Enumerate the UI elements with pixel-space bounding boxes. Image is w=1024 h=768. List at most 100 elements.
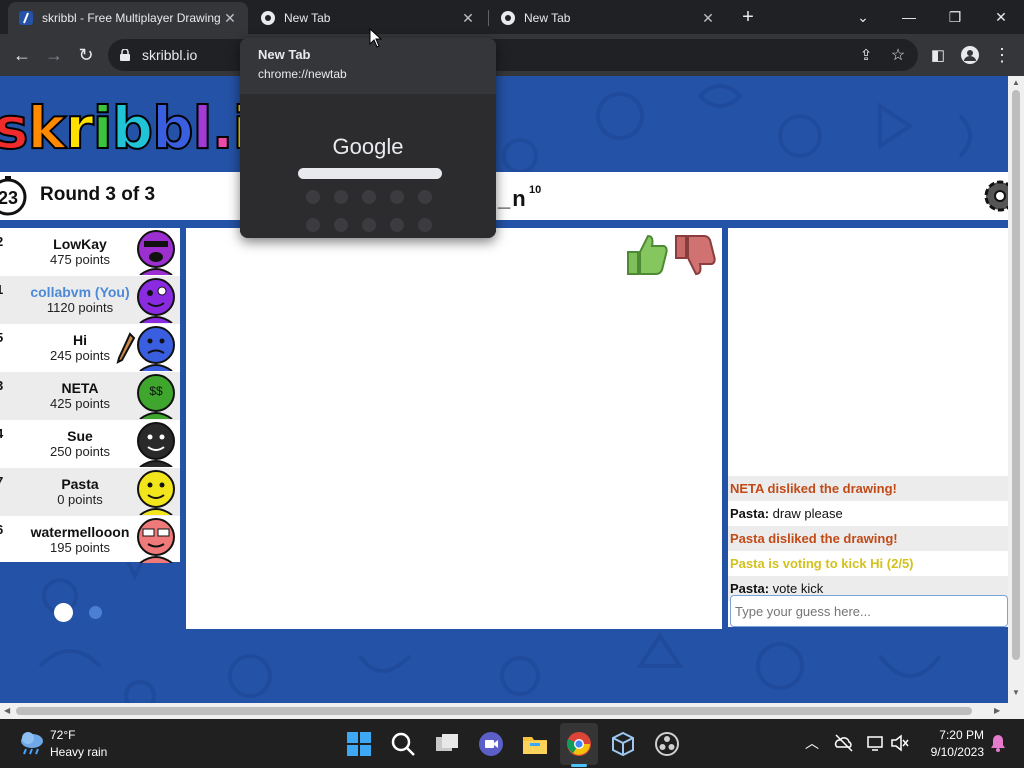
scroll-thumb[interactable]	[1012, 90, 1020, 660]
player-rank: 6	[0, 522, 3, 537]
player-row[interactable]: 2 LowKay 475 points	[0, 228, 180, 276]
tab-new-tab-1[interactable]: New Tab ✕	[250, 2, 486, 34]
close-window-icon[interactable]: ✕	[978, 0, 1024, 34]
hover-card-title: New Tab	[258, 47, 311, 62]
chrome-icon[interactable]	[566, 731, 592, 757]
preview-shortcut-tile	[306, 218, 320, 232]
browser-toolbar: ← → ↻ skribbl.io ⇪ ☆ ◧ ⋮	[0, 34, 1024, 76]
scroll-left-icon[interactable]: ◀	[4, 706, 10, 715]
player-name: Pasta	[61, 476, 99, 492]
minimize-icon[interactable]: —	[886, 0, 932, 34]
obs-icon[interactable]	[654, 731, 680, 757]
preview-shortcut-tile	[334, 190, 348, 204]
preview-google-logo: Google	[332, 134, 404, 159]
file-explorer-icon[interactable]	[522, 731, 548, 757]
player-avatar	[137, 422, 175, 467]
scroll-right-icon[interactable]: ▶	[994, 706, 1000, 715]
drawing-canvas[interactable]	[186, 228, 722, 629]
player-row[interactable]: 7 Pasta 0 points	[0, 468, 180, 516]
weather-description: Heavy rain	[50, 745, 108, 759]
new-tab-button[interactable]: +	[734, 6, 762, 30]
close-tab-icon[interactable]: ✕	[222, 10, 238, 27]
player-points: 1120 points	[46, 300, 114, 315]
chat-text: vote kick	[769, 581, 824, 596]
share-icon[interactable]: ⇪	[852, 41, 880, 69]
player-points: 425 points	[50, 396, 110, 411]
chat-panel: NETA disliked the drawing! Pasta: draw p…	[728, 228, 1008, 627]
thumbs-down-icon[interactable]	[672, 232, 716, 278]
windows-taskbar: 72°F Heavy rain ︿ 7:20 PM 9/10/2023	[0, 719, 1024, 768]
side-panel-icon[interactable]: ◧	[924, 41, 952, 69]
player-list: 2 LowKay 475 points 1 collabvm (You) 112…	[0, 228, 180, 564]
back-icon[interactable]: ←	[8, 41, 36, 69]
network-icon[interactable]	[866, 733, 886, 753]
address-bar[interactable]: skribbl.io	[108, 39, 918, 71]
player-name: watermellooon	[30, 524, 130, 540]
virtualbox-icon[interactable]	[610, 731, 636, 757]
tab-separator	[488, 10, 489, 26]
clock-date[interactable]: 9/10/2023	[914, 745, 984, 759]
rain-cloud-icon[interactable]	[18, 729, 46, 757]
player-row[interactable]: 3 NETA 425 points $$	[0, 372, 180, 420]
player-name: LowKay	[53, 236, 107, 252]
meet-icon[interactable]	[478, 731, 504, 757]
preview-search-box	[298, 168, 442, 179]
address-text: skribbl.io	[142, 47, 198, 63]
settings-gear-icon[interactable]	[983, 176, 1008, 216]
horizontal-scrollbar[interactable]: ◀ ▶	[0, 703, 1008, 719]
player-row[interactable]: 4 Sue 250 points	[0, 420, 180, 468]
restore-icon[interactable]: ❐	[932, 0, 978, 34]
scroll-up-icon[interactable]: ▲	[1012, 78, 1020, 87]
search-icon[interactable]	[390, 731, 416, 757]
player-row[interactable]: 6 watermellooon 195 points	[0, 516, 180, 564]
pager-dot-active[interactable]	[54, 603, 73, 622]
tab-title: New Tab	[284, 11, 331, 25]
player-avatar	[137, 278, 175, 323]
vertical-scrollbar[interactable]: ▲ ▼	[1008, 76, 1024, 703]
svg-text:$$: $$	[149, 384, 163, 398]
player-rank: 3	[0, 378, 3, 393]
player-rank: 2	[0, 234, 3, 249]
tab-new-tab-2[interactable]: New Tab ✕	[490, 2, 726, 34]
game-header: 23 Round 3 of 3 _n 10	[0, 172, 1008, 220]
chat-message: Pasta: draw please	[728, 501, 1008, 526]
task-view-icon[interactable]	[434, 731, 460, 757]
skribbl-favicon-icon	[19, 11, 33, 25]
profile-icon[interactable]	[956, 41, 984, 69]
tab-hover-card: New Tab chrome://newtab Google	[240, 38, 496, 238]
preview-shortcut-tile	[390, 190, 404, 204]
chrome-favicon-icon	[501, 11, 515, 25]
tab-skribbl[interactable]: skribbl - Free Multiplayer Drawing ✕	[8, 2, 248, 34]
volume-muted-icon[interactable]	[890, 733, 910, 753]
tab-title: New Tab	[524, 11, 571, 25]
show-hidden-icons-icon[interactable]: ︿	[802, 733, 822, 753]
forward-icon[interactable]: →	[40, 41, 68, 69]
preview-shortcut-tile	[390, 218, 404, 232]
player-points: 250 points	[50, 444, 110, 459]
player-name: NETA	[61, 380, 99, 396]
close-tab-icon[interactable]: ✕	[460, 10, 476, 27]
start-icon[interactable]	[346, 731, 372, 757]
notification-bell-icon[interactable]	[988, 733, 1008, 753]
active-app-indicator	[571, 764, 587, 767]
close-tab-icon[interactable]: ✕	[700, 10, 716, 27]
player-avatar	[137, 518, 175, 563]
menu-icon[interactable]: ⋮	[988, 41, 1016, 69]
onedrive-icon[interactable]	[834, 733, 854, 753]
player-row[interactable]: 5 Hi 245 points	[0, 324, 180, 372]
pager-dot[interactable]	[89, 606, 102, 619]
guess-input[interactable]	[730, 595, 1008, 627]
scroll-thumb[interactable]	[16, 707, 972, 715]
player-row[interactable]: 1 collabvm (You) 1120 points	[0, 276, 180, 324]
drawing-pencil-icon	[116, 332, 136, 364]
reload-icon[interactable]: ↻	[72, 41, 100, 69]
scroll-corner	[1008, 703, 1024, 719]
clock-time[interactable]: 7:20 PM	[924, 728, 984, 742]
thumbs-up-icon[interactable]	[624, 232, 668, 278]
hover-card-preview: Google	[240, 94, 496, 238]
word-length: 10	[529, 184, 542, 196]
bookmark-star-icon[interactable]: ☆	[884, 41, 912, 69]
tab-search-icon[interactable]: ⌄	[840, 0, 886, 34]
scroll-down-icon[interactable]: ▼	[1012, 688, 1020, 697]
tab-strip: skribbl - Free Multiplayer Drawing ✕ New…	[0, 0, 1024, 34]
